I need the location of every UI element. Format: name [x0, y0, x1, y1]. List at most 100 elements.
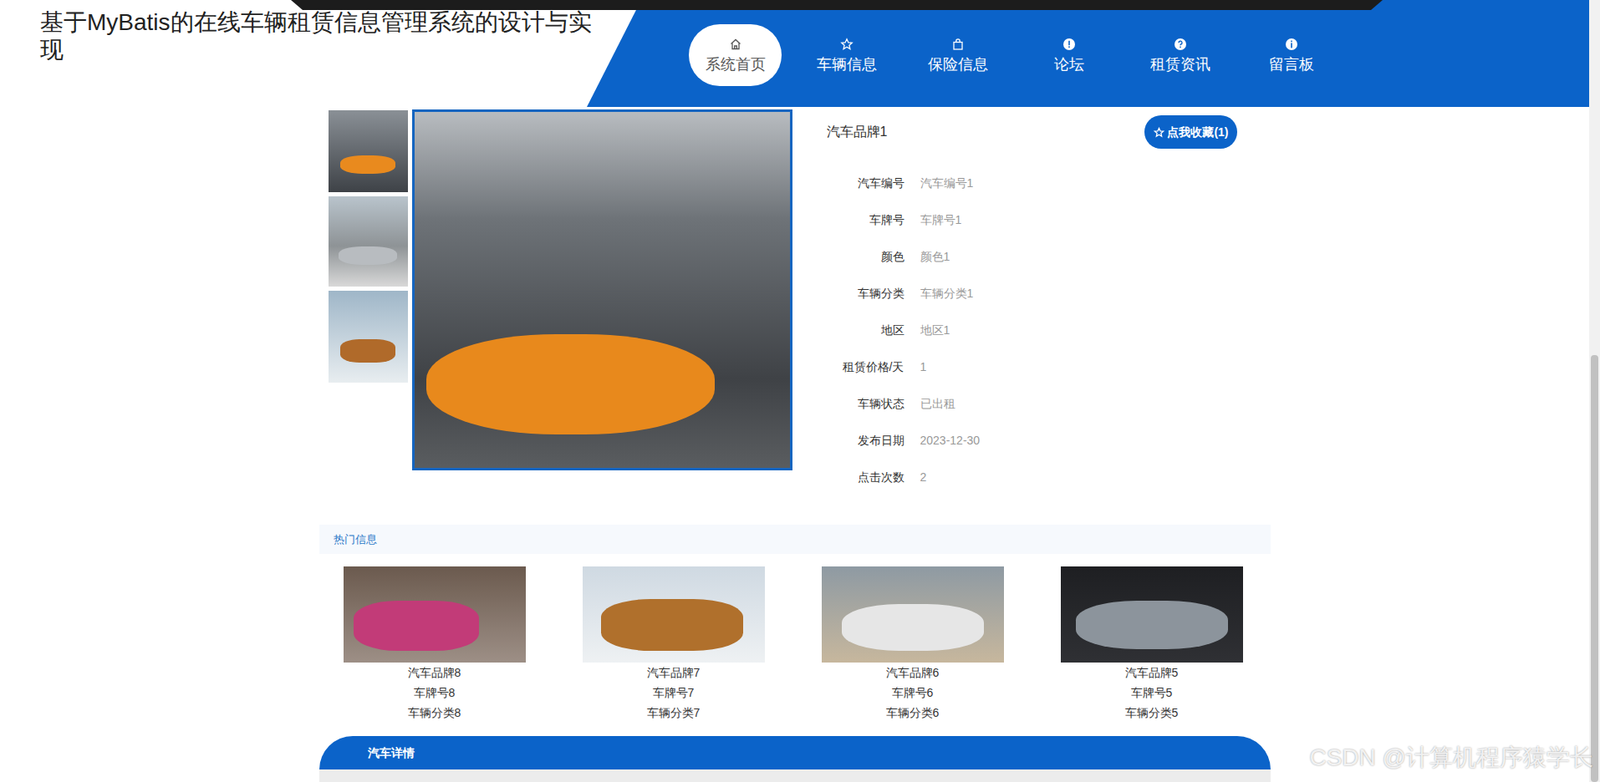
- nav-item[interactable]: 保险信息: [911, 24, 1004, 87]
- field-row: 汽车编号汽车编号1: [826, 164, 1238, 202]
- field-row: 租赁价格/天 1: [826, 348, 1238, 386]
- hot-text: 车牌号7: [652, 682, 695, 704]
- field-row: 颜色颜色1: [826, 238, 1238, 276]
- car-shape: [1075, 601, 1229, 650]
- content: 汽车品牌1点我收藏(1)汽车编号汽车编号1车牌号车牌号1颜色颜色1车辆分类车辆分…: [319, 107, 1271, 782]
- field-label: 汽车编号: [826, 174, 905, 193]
- car-shape: [338, 246, 398, 265]
- field-label: 车辆状态: [826, 395, 905, 413]
- hot-list: 汽车品牌8车牌号8车辆分类8汽车品牌7车牌号7车辆分类7汽车品牌6车牌号6车辆分…: [319, 566, 1271, 724]
- field-label: 发布日期: [826, 432, 905, 450]
- hot-card[interactable]: 汽车品牌6车牌号6车辆分类6: [821, 566, 1004, 724]
- field-value: 2023-12-30: [920, 432, 981, 450]
- field-list: 汽车编号汽车编号1车牌号车牌号1颜色颜色1车辆分类车辆分类1地区地区1租赁价格/…: [826, 164, 1238, 496]
- thumbnail[interactable]: [328, 290, 408, 383]
- bag-icon: [950, 36, 966, 52]
- main-area: 基于MyBatis的在线车辆租赁信息管理系统的设计与实现系统首页 车辆信息 保险信息…: [0, 0, 1590, 782]
- field-value: 车辆分类1: [920, 285, 974, 303]
- hot-text: 汽车品牌6: [886, 662, 940, 683]
- detail-section: 汽车品牌1点我收藏(1)汽车编号汽车编号1车牌号车牌号1颜色颜色1车辆分类车辆分…: [319, 107, 1271, 496]
- nav-label: 留言板: [1268, 55, 1315, 74]
- hot-text: 车辆分类6: [886, 703, 940, 724]
- hot-text: 车牌号8: [413, 682, 456, 704]
- field-row: 车辆状态已出租: [826, 385, 1238, 423]
- favorite-button[interactable]: 点我收藏(1): [1144, 115, 1237, 149]
- details-tab-label: 汽车详情: [367, 744, 415, 763]
- field-label: 车牌号: [826, 211, 905, 230]
- hot-card[interactable]: 汽车品牌8车牌号8车辆分类8: [343, 566, 526, 724]
- details-body: [319, 769, 1271, 782]
- car-info: 汽车品牌1点我收藏(1)汽车编号汽车编号1车牌号车牌号1颜色颜色1车辆分类车辆分…: [826, 109, 1238, 496]
- nav-item[interactable]: 车辆信息: [800, 24, 893, 87]
- hot-image[interactable]: [343, 566, 526, 663]
- nav-item[interactable]: 论坛: [1022, 24, 1116, 87]
- field-value: 地区1: [920, 321, 951, 340]
- field-label: 车辆分类: [826, 285, 905, 303]
- nav-item[interactable]: 系统首页: [688, 24, 782, 87]
- car-shape: [340, 155, 396, 174]
- hot-image[interactable]: [1060, 566, 1244, 663]
- car-shape: [841, 604, 984, 652]
- page: 基于MyBatis的在线车辆租赁信息管理系统的设计与实现系统首页 车辆信息 保险信息…: [0, 0, 1600, 782]
- nav-item[interactable]: 留言板: [1244, 24, 1338, 87]
- hot-text: 车辆分类7: [647, 703, 701, 724]
- star-icon: [839, 36, 855, 52]
- nav-bar: 系统首页 车辆信息 保险信息 论坛 租赁资讯 留言板: [688, 0, 1338, 87]
- thumbnail-list: [319, 109, 408, 383]
- hot-text: 车辆分类5: [1125, 703, 1179, 724]
- car-shape: [353, 601, 479, 652]
- nav-label: 保险信息: [927, 55, 989, 74]
- watermark: CSDN @计算机程序猿学长: [1309, 743, 1594, 773]
- nav-label: 论坛: [1054, 55, 1085, 74]
- top-strip: [290, 0, 1383, 11]
- field-label: 租赁价格/天: [826, 358, 905, 377]
- field-row: 点击次数 2: [826, 458, 1238, 496]
- hot-text: 汽车品牌7: [647, 662, 701, 683]
- field-label: 颜色: [826, 248, 905, 266]
- scrollbar[interactable]: [1589, 0, 1600, 782]
- thumbnail[interactable]: [328, 196, 408, 287]
- details-tab[interactable]: 汽车详情: [319, 736, 1271, 770]
- title-row: 汽车品牌1 点我收藏(1): [826, 115, 1238, 149]
- hot-card[interactable]: 汽车品牌7车牌号7车辆分类7: [582, 566, 765, 724]
- hot-title: 热门信息: [333, 531, 378, 549]
- scrollbar-thumb[interactable]: [1590, 355, 1599, 782]
- hot-image[interactable]: [582, 566, 765, 663]
- hot-image[interactable]: [821, 566, 1004, 663]
- field-label: 地区: [826, 321, 905, 340]
- alert-icon: [1061, 36, 1077, 52]
- car-shape: [601, 599, 744, 652]
- field-row: 地区地区1: [826, 311, 1238, 349]
- hot-text: 汽车品牌5: [1125, 662, 1179, 683]
- main-image[interactable]: [412, 109, 793, 471]
- hot-text: 车辆分类8: [407, 703, 462, 724]
- field-value: 2: [920, 468, 928, 487]
- site-title: 基于MyBatis的在线车辆租赁信息管理系统的设计与实现: [0, 0, 689, 64]
- nav-item[interactable]: 租赁资讯: [1133, 24, 1227, 87]
- hot-header: 热门信息: [319, 524, 1271, 555]
- field-row: 车辆分类车辆分类1: [826, 275, 1238, 312]
- hot-card[interactable]: 汽车品牌5车牌号5车辆分类5: [1060, 566, 1244, 724]
- field-value: 1: [920, 358, 928, 377]
- nav-label: 系统首页: [705, 55, 766, 74]
- field-row: 发布日期 2023-12-30: [826, 422, 1238, 459]
- nav-label: 租赁资讯: [1150, 55, 1211, 74]
- field-value: 汽车编号1: [920, 174, 974, 193]
- field-value: 车牌号1: [920, 211, 963, 230]
- car-shape: [426, 334, 715, 435]
- thumbnail[interactable]: [328, 110, 408, 193]
- field-label: 点击次数: [826, 468, 905, 487]
- nav-label: 车辆信息: [816, 55, 877, 74]
- car-name: 汽车品牌1: [826, 122, 888, 143]
- hot-text: 车牌号6: [891, 682, 934, 704]
- info-icon: [1284, 36, 1300, 52]
- star-icon: [1152, 126, 1165, 138]
- field-value: 颜色1: [920, 248, 951, 266]
- field-row: 车牌号车牌号1: [826, 201, 1238, 239]
- scrollbar-track: [1589, 0, 1600, 356]
- home-icon: [728, 36, 744, 52]
- help-icon: [1172, 36, 1188, 52]
- header: 基于MyBatis的在线车辆租赁信息管理系统的设计与实现系统首页 车辆信息 保险信息…: [0, 0, 1590, 108]
- hot-text: 车牌号5: [1131, 682, 1173, 704]
- field-value: 已出租: [920, 395, 956, 413]
